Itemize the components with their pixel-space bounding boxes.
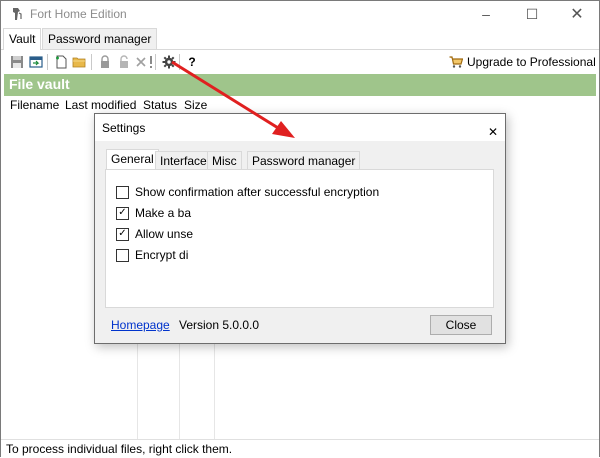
version-text: Version 5.0.0.0 [179, 318, 260, 332]
homepage-link[interactable]: Homepage [111, 318, 170, 332]
dialog-close-button[interactable]: ✕ [481, 118, 499, 139]
option-label: Make a ba [135, 206, 192, 220]
minimize-button[interactable]: – [463, 1, 509, 27]
more-icon[interactable] [143, 54, 159, 70]
window-title: Fort Home Edition [30, 7, 127, 21]
option-label: Encrypt di [135, 248, 189, 262]
option-label: Show confirmation after successful encry… [135, 185, 380, 199]
main-tabs: Vault Password manager [1, 28, 599, 50]
tab-password-manager[interactable]: Password manager [42, 28, 158, 49]
settings-dialog: Settings ✕ General Interface Misc Passwo… [94, 113, 506, 344]
tab-general[interactable]: General [106, 149, 159, 171]
option-label: Allow unse [135, 227, 194, 241]
toolbar-separator [155, 54, 156, 70]
checkbox[interactable] [116, 248, 129, 262]
toolbar-separator [47, 54, 48, 70]
status-bar: To process individual files, right click… [1, 439, 599, 458]
minimize-icon: – [482, 6, 490, 22]
option-show-confirmation[interactable]: Show confirmation after successful encry… [116, 184, 379, 200]
help-icon[interactable]: ? [184, 54, 200, 70]
tab-vault[interactable]: Vault [3, 28, 42, 50]
tab-password-manager-settings[interactable]: Password manager [247, 151, 361, 170]
option-encrypt-directory[interactable]: Encrypt di [116, 247, 188, 263]
vault-header: File vault [4, 74, 596, 96]
maximize-icon: ☐ [525, 5, 539, 22]
close-icon: ✕ [488, 125, 499, 139]
column-last-modified[interactable]: Last modified [65, 98, 136, 114]
dialog-title: Settings [102, 121, 146, 135]
toolbar-separator [91, 54, 92, 70]
column-size[interactable]: Size [184, 98, 207, 114]
checkbox-checked[interactable]: ✓ [116, 227, 129, 241]
column-status[interactable]: Status [143, 98, 177, 114]
settings-icon[interactable] [161, 54, 177, 70]
close-icon: ✕ [570, 6, 584, 23]
option-allow-unsecure[interactable]: ✓ Allow unse [116, 226, 193, 242]
new-file-icon[interactable] [53, 54, 69, 70]
checkbox[interactable] [116, 185, 129, 199]
upgrade-label: Upgrade to Professional [467, 55, 596, 69]
folder-icon[interactable] [71, 54, 87, 70]
cart-icon [449, 56, 463, 68]
general-settings-panel: Show confirmation after successful encry… [105, 169, 494, 308]
option-make-backup[interactable]: ✓ Make a ba [116, 205, 191, 221]
title-bar: Fort Home Edition – ☐ ✕ [1, 1, 599, 27]
maximize-button[interactable]: ☐ [509, 1, 555, 27]
open-vault-icon[interactable] [28, 54, 44, 70]
tab-misc[interactable]: Misc [207, 151, 242, 170]
checkbox-checked[interactable]: ✓ [116, 206, 129, 220]
toolbar-separator [179, 54, 180, 70]
status-text: To process individual files, right click… [6, 442, 233, 456]
close-window-button[interactable]: ✕ [554, 1, 600, 27]
upgrade-button[interactable]: Upgrade to Professional [449, 53, 596, 71]
close-button[interactable]: Close [430, 315, 492, 335]
toolbar: ? Upgrade to Professional [1, 50, 599, 73]
column-filename[interactable]: Filename [10, 98, 59, 114]
vault-header-title: File vault [9, 76, 70, 92]
save-icon[interactable] [9, 54, 25, 70]
tab-interface[interactable]: Interface [155, 151, 212, 170]
dialog-title-bar: Settings ✕ [95, 114, 505, 141]
unlock-icon[interactable] [116, 54, 132, 70]
app-icon [13, 8, 22, 20]
lock-icon[interactable] [97, 54, 113, 70]
